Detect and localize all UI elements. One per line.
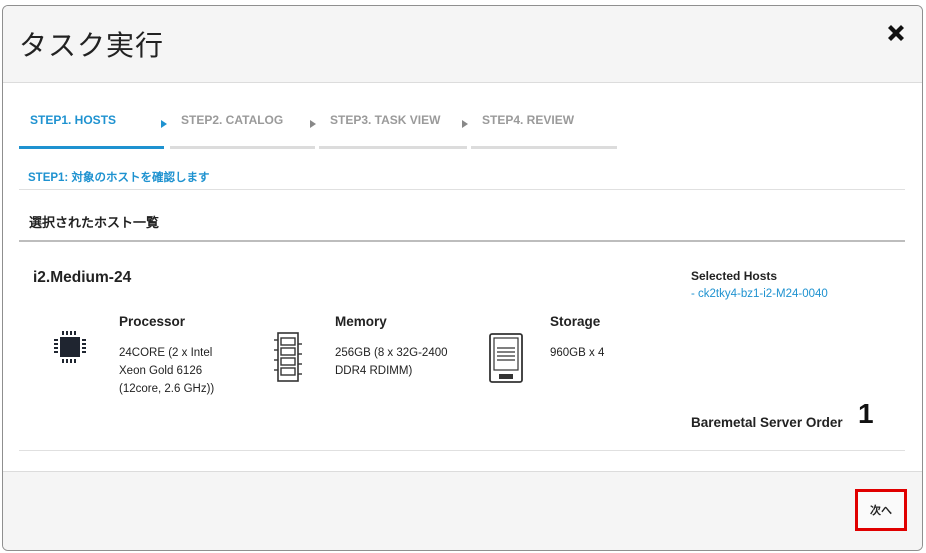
processor-detail: Xeon Gold 6126 [119, 365, 203, 377]
tab-label: STEP3. TASK VIEW [330, 113, 441, 127]
dialog-footer [3, 471, 922, 550]
next-button-label: 次へ [870, 504, 892, 517]
processor-title: Processor [119, 314, 186, 329]
close-icon[interactable] [884, 21, 908, 45]
plan-name: i2.Medium-24 [33, 269, 132, 286]
storage-icon [488, 332, 524, 388]
tab-label: STEP4. REVIEW [482, 113, 575, 127]
chevron-right-icon [462, 120, 468, 128]
storage-title: Storage [550, 314, 601, 329]
tab-label: STEP1. HOSTS [30, 113, 117, 127]
tab-step4-review[interactable]: STEP4. REVIEW [471, 99, 617, 149]
next-button[interactable]: 次へ [855, 489, 907, 531]
memory-spec: Memory 256GB (8 x 32G-2400 DDR4 RDIMM) [273, 314, 473, 404]
memory-title: Memory [335, 314, 387, 329]
memory-detail: 256GB (8 x 32G-2400 [335, 347, 448, 359]
processor-detail: (12core, 2.6 GHz)) [119, 383, 215, 395]
chevron-right-icon [310, 120, 316, 128]
dialog-title: タスク実行 [19, 29, 165, 62]
divider [19, 189, 905, 190]
step-caption: STEP1: 対象のホストを確認します [28, 172, 210, 184]
order-label: Baremetal Server Order [691, 415, 843, 430]
cpu-icon [53, 330, 87, 368]
processor-spec: Processor 24CORE (2 x Intel Xeon Gold 61… [53, 314, 253, 404]
tab-step1-hosts[interactable]: STEP1. HOSTS [19, 99, 164, 149]
tab-label: STEP2. CATALOG [181, 113, 284, 127]
memory-icon [273, 332, 303, 386]
chevron-right-icon [161, 120, 167, 128]
divider [19, 240, 905, 242]
storage-spec: Storage 960GB x 4 [488, 314, 688, 404]
order-count: 1 [858, 398, 874, 429]
divider [19, 450, 905, 451]
dialog-header: タスク実行 [3, 6, 922, 83]
storage-detail: 960GB x 4 [550, 347, 605, 359]
selected-hosts-title: Selected Hosts [691, 269, 778, 283]
tab-step2-catalog[interactable]: STEP2. CATALOG [170, 99, 315, 149]
processor-detail: 24CORE (2 x Intel [119, 347, 213, 359]
step-tabs: STEP1. HOSTS STEP2. CATALOG STEP3. TASK … [19, 99, 619, 149]
section-title: 選択されたホスト一覧 [29, 216, 160, 231]
selected-host-link[interactable]: - ck2tky4-bz1-i2-M24-0040 [691, 288, 828, 300]
memory-detail: DDR4 RDIMM) [335, 365, 413, 377]
task-run-dialog: タスク実行 STEP1. HOSTS STEP2. CATALOG STEP3.… [2, 5, 923, 551]
tab-step3-task-view[interactable]: STEP3. TASK VIEW [319, 99, 467, 149]
